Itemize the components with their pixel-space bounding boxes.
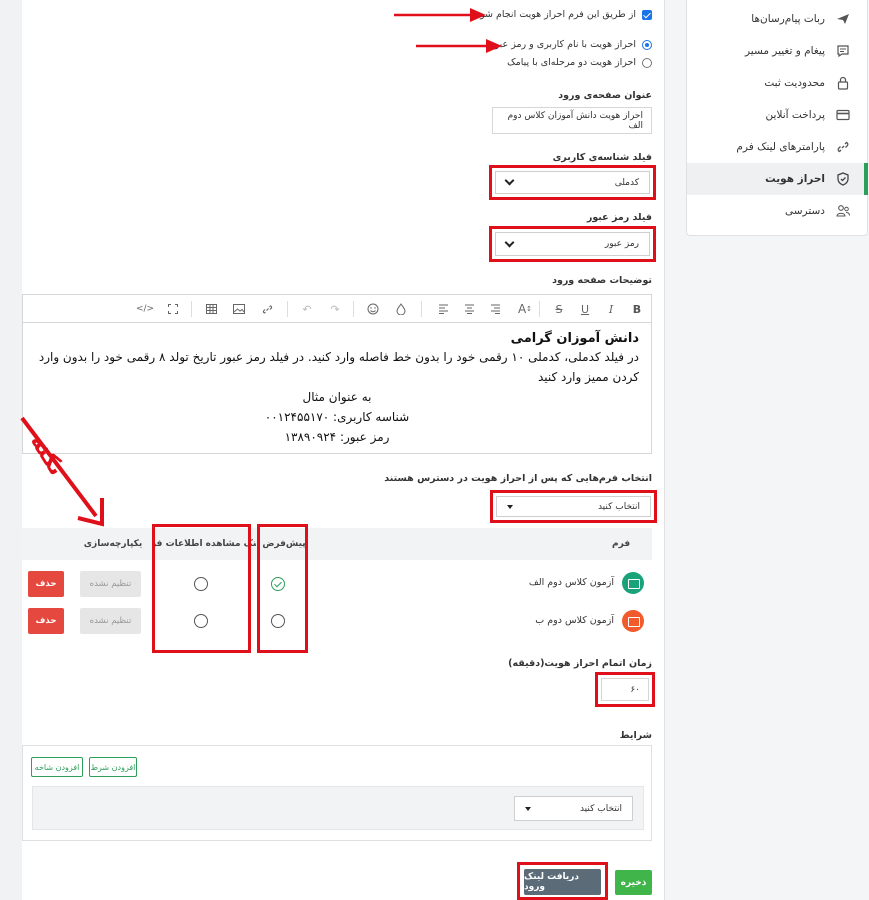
form-name: آزمون کلاس دوم ب	[535, 615, 614, 626]
sidebar-item-label: پیغام و تغییر مسیر	[744, 45, 825, 57]
login-title-label: عنوان صفحه‌ی ورود	[558, 90, 652, 101]
auth-enable-checkbox[interactable]	[642, 10, 652, 20]
description-label: توضیحات صفحه ورود	[552, 275, 652, 286]
undo-icon[interactable]: ↶	[297, 295, 317, 323]
conditions-label: شرایط	[619, 730, 652, 741]
annotation-arrow-icon	[20, 416, 104, 527]
sidebar-item-label: پرداخت آنلاین	[765, 109, 825, 121]
description-line: دانش آموزان گرامی	[510, 331, 639, 346]
annotation-highlight	[152, 524, 251, 653]
image-icon[interactable]	[229, 295, 249, 323]
add-branch-button[interactable]: افزودن شاخه	[31, 757, 83, 777]
sidebar-item-link-params[interactable]: پارامترهای لینک فرم	[687, 131, 867, 163]
color-drop-icon[interactable]	[391, 295, 411, 323]
form-icon	[622, 610, 644, 632]
toolbar-separator	[539, 301, 540, 317]
lock-icon	[835, 75, 851, 91]
annotation-highlight	[257, 524, 308, 653]
forms-select-value: انتخاب کنید	[597, 501, 640, 512]
timeout-label: زمان اتمام احراز هویت(دقیقه)	[508, 658, 652, 669]
auth-method-sms-label: احراز هویت دو مرحله‌ای با پیامک	[507, 57, 636, 68]
caret-down-icon	[525, 806, 531, 811]
chevron-down-icon	[504, 237, 515, 247]
sidebar-item-authentication[interactable]: احراز هویت	[687, 163, 868, 195]
password-field-value: رمز عبور	[604, 239, 639, 249]
forms-select[interactable]: انتخاب کنید	[496, 496, 651, 517]
sidebar-item-label: ربات پیام‌رسان‌ها	[751, 13, 825, 25]
add-condition-button[interactable]: افزودن شرط	[89, 757, 137, 777]
annotation-arrow-icon	[416, 39, 502, 53]
condition-select-value: انتخاب کنید	[579, 803, 622, 814]
font-size-icon[interactable]: A ↕	[515, 295, 535, 323]
description-editor[interactable]: B I U S A ↕ ↷ ↶ </> دانش آموزان گرامی در…	[22, 294, 652, 454]
bold-icon[interactable]: B	[627, 295, 647, 323]
login-title-input[interactable]: احراز هویت دانش آموزان کلاس دوم الف	[492, 107, 652, 134]
emoji-icon[interactable]	[363, 295, 383, 323]
toolbar-separator	[353, 301, 354, 317]
sidebar-item-payment[interactable]: پرداخت آنلاین	[687, 99, 867, 131]
auth-method-password-radio[interactable]	[642, 40, 652, 50]
toolbar-separator	[421, 301, 422, 317]
card-icon	[835, 107, 851, 123]
description-line: در فیلد کدملی، کدملی ۱۰ رقمی خود را بدون…	[38, 350, 639, 364]
username-field-value: کدملی	[614, 177, 639, 188]
align-left-icon[interactable]	[433, 295, 453, 323]
timeout-input[interactable]: ۶۰	[601, 678, 649, 701]
forms-table-header: فرم پیش‌فرض لینک مشاهده اطلاعات فرم یکپا…	[22, 528, 652, 560]
column-header-integration: یکپارچه‌سازی	[83, 539, 143, 549]
form-icon	[622, 572, 644, 594]
save-button[interactable]: ذخیره	[615, 870, 652, 895]
delete-button[interactable]: حذف	[28, 571, 64, 597]
editor-toolbar: B I U S A ↕ ↷ ↶ </>	[23, 295, 651, 323]
column-header-form: فرم	[612, 539, 631, 549]
link-icon[interactable]	[257, 295, 277, 323]
integration-button[interactable]: تنظیم نشده	[80, 608, 141, 634]
delete-button[interactable]: حذف	[28, 608, 64, 634]
sidebar-item-label: احراز هویت	[765, 173, 825, 185]
description-line: به عنوان مثال	[302, 390, 372, 404]
users-icon	[835, 203, 851, 219]
password-field-select[interactable]: رمز عبور	[495, 232, 650, 256]
fullscreen-icon[interactable]	[163, 295, 183, 323]
password-field-label: فیلد رمز عبور	[586, 212, 652, 223]
align-right-icon[interactable]	[485, 295, 505, 323]
description-line: شناسه کاربری: ۰۰۱۲۴۵۵۱۷۰	[264, 410, 410, 424]
settings-sidebar: ربات پیام‌رسان‌ها پیغام و تغییر مسیر محد…	[686, 0, 868, 236]
chevron-down-icon	[504, 175, 515, 186]
sidebar-item-label: محدودیت ثبت	[764, 77, 825, 89]
link-icon	[835, 139, 851, 155]
form-name: آزمون کلاس دوم الف	[528, 577, 614, 588]
align-center-icon[interactable]	[459, 295, 479, 323]
auth-method-sms-radio[interactable]	[642, 58, 652, 68]
forms-select-label: انتخاب فرم‌هایی که پس از احراز هویت در د…	[384, 473, 652, 484]
condition-select[interactable]: انتخاب کنید	[514, 796, 633, 821]
code-view-icon[interactable]: </>	[135, 295, 155, 323]
message-icon	[835, 43, 851, 59]
sidebar-item-messages[interactable]: پیغام و تغییر مسیر	[687, 35, 867, 67]
sidebar-item-label: پارامترهای لینک فرم	[736, 141, 825, 153]
underline-icon[interactable]: U	[575, 295, 595, 323]
italic-icon[interactable]: I	[601, 295, 621, 323]
shield-icon	[835, 171, 851, 187]
toolbar-separator	[287, 301, 288, 317]
integration-button[interactable]: تنظیم نشده	[80, 571, 141, 597]
caret-down-icon	[507, 504, 513, 509]
table-icon[interactable]	[201, 295, 221, 323]
description-line: رمز عبور: ۱۳۸۹۰۹۲۴	[284, 430, 390, 444]
toolbar-separator	[191, 301, 192, 317]
username-field-select[interactable]: کدملی	[495, 171, 650, 194]
send-icon	[835, 11, 851, 27]
sidebar-item-limits[interactable]: محدودیت ثبت	[687, 67, 867, 99]
get-login-link-button[interactable]: دریافت لینک ورود	[524, 869, 601, 895]
username-field-label: فیلد شناسه‌ی کاربری	[552, 152, 652, 163]
redo-icon[interactable]: ↷	[325, 295, 345, 323]
annotation-arrow-icon	[394, 8, 486, 22]
sidebar-item-label: دسترسی	[785, 205, 825, 217]
description-line: کردن ممیز وارد کنید	[537, 370, 639, 384]
sidebar-item-access[interactable]: دسترسی	[687, 195, 867, 227]
strikethrough-icon[interactable]: S	[549, 295, 569, 323]
sidebar-item-bots[interactable]: ربات پیام‌رسان‌ها	[687, 3, 867, 35]
